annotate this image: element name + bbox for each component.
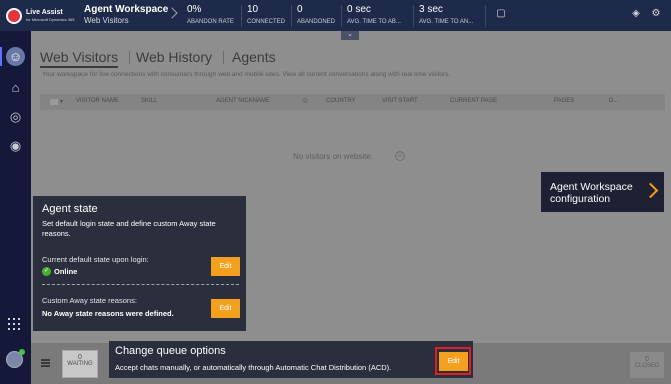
column-agent-nickname[interactable]: AGENT NICKNAME	[216, 98, 270, 104]
divider	[485, 5, 486, 27]
gear-icon[interactable]: ⚙	[650, 8, 662, 20]
sidebar-item-users[interactable]: ◎	[6, 107, 25, 126]
stat-abandoned: 0 ABANDONED	[297, 4, 336, 25]
logo-icon	[6, 8, 22, 24]
column-current-page[interactable]: CURRENT PAGE	[450, 98, 497, 104]
divider	[291, 5, 292, 27]
agent-state-card: Agent state Set default login state and …	[33, 196, 246, 331]
edit-default-state-button[interactable]: Edit	[211, 257, 240, 276]
check-icon: ✓	[42, 267, 51, 276]
sidebar-item-web-visitors[interactable]: ☺	[6, 47, 25, 66]
layers-icon[interactable]: ◈	[630, 8, 642, 20]
online-status-dot	[19, 349, 25, 355]
tab-divider	[129, 51, 130, 64]
page-description: Your workspace for live connections with…	[42, 71, 451, 78]
column-visit-start[interactable]: VISIT START	[382, 98, 418, 104]
live-assist-logo[interactable]: Live Assist for Microsoft Dynamics 365	[6, 4, 74, 27]
column-visitor-name[interactable]: VISITOR NAME	[76, 98, 119, 104]
waiting-queue-button[interactable]: 0 WAITING	[62, 350, 98, 378]
default-state-value: Online	[54, 267, 78, 276]
change-queue-card: Change queue options Accept chats manual…	[109, 341, 473, 378]
closed-queue-button[interactable]: 0 CLOSED	[630, 352, 664, 378]
chevron-down-icon[interactable]: ⌄	[341, 31, 359, 40]
closed-count: 0	[645, 356, 649, 363]
column-country[interactable]: COUNTRY	[326, 98, 356, 104]
away-reasons-label: Custom Away state reasons:	[42, 296, 137, 305]
sad-face-icon: ☹	[395, 151, 405, 161]
edit-queue-highlight: Edit	[435, 347, 471, 375]
change-queue-title: Change queue options	[115, 345, 226, 357]
table-header: ▾ VISITOR NAME SKILL AGENT NICKNAME ☺ CO…	[40, 94, 665, 110]
smiley-icon[interactable]: ☺	[301, 96, 309, 105]
column-skill[interactable]: SKILL	[141, 98, 157, 104]
edit-away-reasons-button[interactable]: Edit	[211, 299, 240, 318]
apps-grid-icon[interactable]	[8, 318, 22, 332]
tab-web-visitors[interactable]: Web Visitors	[40, 49, 119, 68]
edit-queue-button[interactable]: Edit	[439, 352, 468, 371]
tab-agents[interactable]: Agents	[232, 49, 276, 65]
tab-web-history[interactable]: Web History	[136, 49, 212, 65]
waiting-label: WAITING	[67, 361, 93, 367]
divider	[413, 5, 414, 27]
stat-avg-time-abandon: 0 sec AVG. TIME TO AB...	[347, 4, 401, 25]
column-duration[interactable]: D...	[609, 98, 618, 104]
workspace-subtitle: Web Visitors	[84, 16, 129, 25]
change-queue-description: Accept chats manually, or automatically …	[115, 363, 392, 372]
away-reasons-value: No Away state reasons were defined.	[42, 309, 174, 318]
agent-state-title: Agent state	[42, 203, 98, 215]
divider	[42, 284, 239, 285]
agent-state-description: Set default login state and define custo…	[42, 219, 216, 238]
menu-icon[interactable]	[41, 359, 50, 367]
workspace-title: Agent Workspace	[84, 4, 169, 15]
divider	[241, 5, 242, 27]
waiting-count: 0	[78, 354, 82, 361]
column-pages[interactable]: PAGES	[554, 98, 574, 104]
tab-divider	[223, 51, 224, 64]
stat-abandon-rate: 0% ABANDON RATE	[187, 4, 234, 25]
divider	[341, 5, 342, 27]
stat-connected: 10 CONNECTED	[247, 4, 286, 25]
closed-label: CLOSED	[634, 363, 660, 369]
agent-workspace-config-title: Agent Workspace configuration	[550, 181, 633, 205]
sidebar-item-reports[interactable]: ◉	[6, 136, 25, 155]
sidebar-active-indicator	[0, 47, 2, 66]
sidebar-item-tags[interactable]: ⌂	[6, 78, 25, 97]
default-state-label: Current default state upon login:	[42, 255, 149, 264]
stat-avg-time-answer: 3 sec AVG. TIME TO AN...	[419, 4, 474, 25]
info-icon[interactable]: ▢	[495, 8, 507, 20]
select-all-checkbox[interactable]	[50, 99, 58, 105]
agent-workspace-config-card[interactable]: Agent Workspace configuration	[541, 172, 664, 212]
empty-state-message: No visitors on website.	[293, 152, 374, 161]
chevron-down-icon[interactable]: ▾	[60, 98, 63, 105]
